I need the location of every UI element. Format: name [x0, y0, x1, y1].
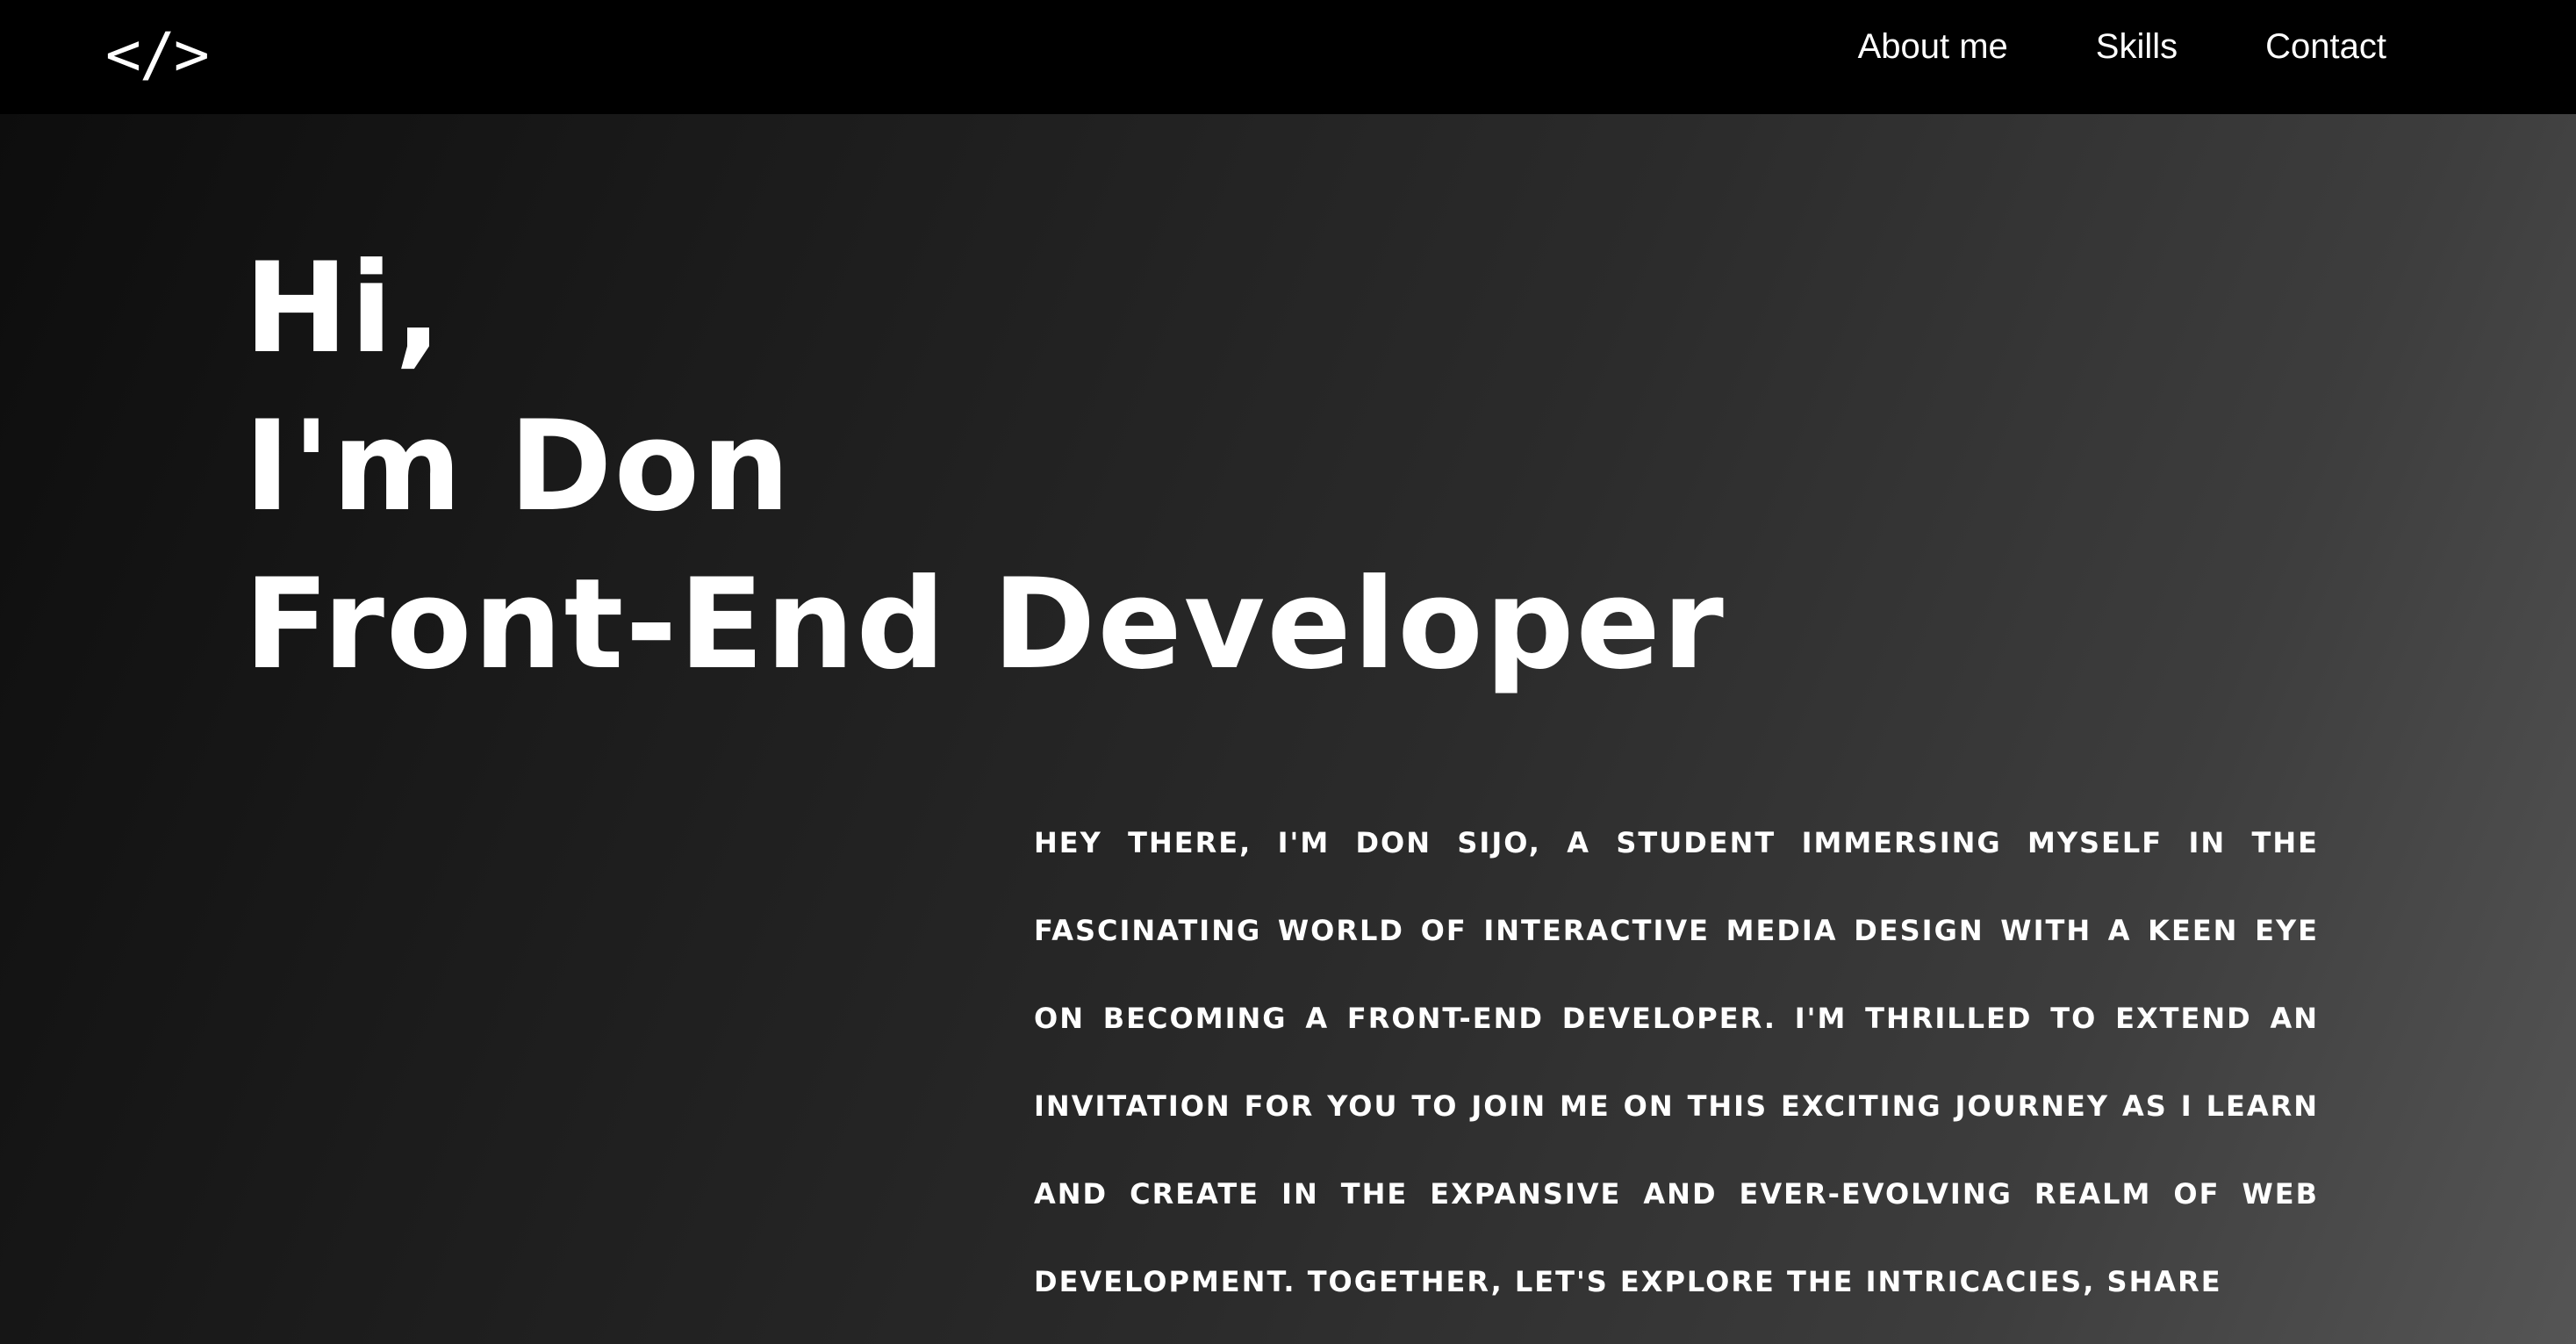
intro-paragraph: Hey there, I'm Don Sijo, a student immer… — [1034, 826, 2319, 1298]
top-navigation-bar: </> About me Skills Contact — [0, 0, 2576, 114]
nav-link-contact[interactable]: Contact — [2265, 27, 2386, 67]
hero-headline: Hi, I'm Don Front-End Developer — [244, 230, 1726, 704]
hero-greeting: Hi, — [244, 236, 444, 381]
code-brackets-icon[interactable]: </> — [105, 19, 210, 90]
nav-link-about-me[interactable]: About me — [1858, 27, 2008, 67]
hero-name: I'm Don — [244, 394, 793, 539]
nav-link-skills[interactable]: Skills — [2096, 27, 2178, 67]
hero-section: Hi, I'm Don Front-End Developer Hey ther… — [0, 114, 2576, 1344]
main-nav: About me Skills Contact — [1858, 0, 2386, 93]
hero-role: Front-End Developer — [244, 552, 1726, 697]
